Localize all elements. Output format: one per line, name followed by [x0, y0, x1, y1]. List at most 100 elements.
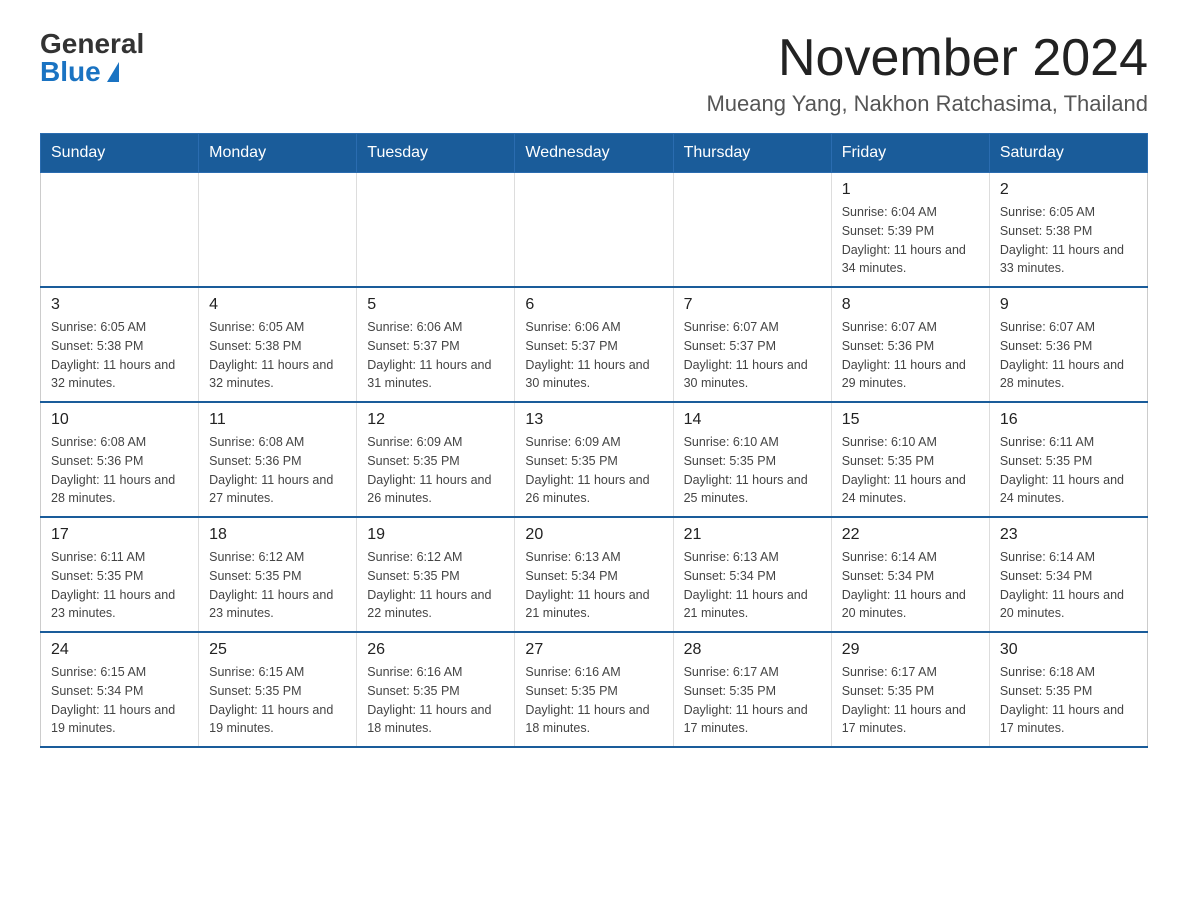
day-cell: 28 Sunrise: 6:17 AMSunset: 5:35 PMDayligh… — [673, 632, 831, 747]
day-info: Sunrise: 6:10 AMSunset: 5:35 PMDaylight:… — [842, 433, 979, 508]
day-number: 4 — [209, 296, 346, 314]
week-row-5: 24 Sunrise: 6:15 AMSunset: 5:34 PMDayligh… — [41, 632, 1148, 747]
day-number: 26 — [367, 641, 504, 659]
day-number: 6 — [525, 296, 662, 314]
day-number: 22 — [842, 526, 979, 544]
day-cell: 4 Sunrise: 6:05 AMSunset: 5:38 PMDaylight… — [199, 287, 357, 402]
day-cell: 3 Sunrise: 6:05 AMSunset: 5:38 PMDaylight… — [41, 287, 199, 402]
header-cell-tuesday: Tuesday — [357, 134, 515, 173]
day-number: 15 — [842, 411, 979, 429]
header: General Blue November 2024 Mueang Yang, … — [40, 30, 1148, 117]
logo-triangle-icon — [107, 62, 119, 82]
day-number: 23 — [1000, 526, 1137, 544]
day-cell: 1Sunrise: 6:04 AMSunset: 5:39 PMDaylight… — [831, 173, 989, 288]
day-cell: 16 Sunrise: 6:11 AMSunset: 5:35 PMDayligh… — [989, 402, 1147, 517]
logo-blue-text: Blue — [40, 58, 119, 86]
day-number: 3 — [51, 296, 188, 314]
week-row-3: 10Sunrise: 6:08 AMSunset: 5:36 PMDayligh… — [41, 402, 1148, 517]
day-number: 18 — [209, 526, 346, 544]
day-cell: 12Sunrise: 6:09 AMSunset: 5:35 PMDayligh… — [357, 402, 515, 517]
day-number: 29 — [842, 641, 979, 659]
day-info: Sunrise: 6:13 AMSunset: 5:34 PMDaylight:… — [684, 548, 821, 623]
header-cell-friday: Friday — [831, 134, 989, 173]
week-row-2: 3 Sunrise: 6:05 AMSunset: 5:38 PMDaylight… — [41, 287, 1148, 402]
day-cell: 23 Sunrise: 6:14 AMSunset: 5:34 PMDayligh… — [989, 517, 1147, 632]
day-number: 2 — [1000, 181, 1137, 199]
day-info: Sunrise: 6:15 AMSunset: 5:35 PMDaylight:… — [209, 663, 346, 738]
calendar-body: 1Sunrise: 6:04 AMSunset: 5:39 PMDaylight… — [41, 173, 1148, 748]
day-info: Sunrise: 6:08 AMSunset: 5:36 PMDaylight:… — [209, 433, 346, 508]
page-title: November 2024 — [706, 30, 1148, 87]
day-cell: 26 Sunrise: 6:16 AMSunset: 5:35 PMDayligh… — [357, 632, 515, 747]
day-info: Sunrise: 6:06 AMSunset: 5:37 PMDaylight:… — [367, 318, 504, 393]
day-info: Sunrise: 6:18 AMSunset: 5:35 PMDaylight:… — [1000, 663, 1137, 738]
logo: General Blue — [40, 30, 144, 86]
day-info: Sunrise: 6:05 AMSunset: 5:38 PMDaylight:… — [51, 318, 188, 393]
day-info: Sunrise: 6:17 AMSunset: 5:35 PMDaylight:… — [684, 663, 821, 738]
day-number: 9 — [1000, 296, 1137, 314]
day-info: Sunrise: 6:13 AMSunset: 5:34 PMDaylight:… — [525, 548, 662, 623]
day-info: Sunrise: 6:04 AMSunset: 5:39 PMDaylight:… — [842, 203, 979, 278]
day-cell: 19Sunrise: 6:12 AMSunset: 5:35 PMDayligh… — [357, 517, 515, 632]
day-cell: 14 Sunrise: 6:10 AMSunset: 5:35 PMDayligh… — [673, 402, 831, 517]
day-info: Sunrise: 6:09 AMSunset: 5:35 PMDaylight:… — [367, 433, 504, 508]
day-number: 21 — [684, 526, 821, 544]
day-cell: 27 Sunrise: 6:16 AMSunset: 5:35 PMDayligh… — [515, 632, 673, 747]
day-cell: 20 Sunrise: 6:13 AMSunset: 5:34 PMDayligh… — [515, 517, 673, 632]
day-cell — [515, 173, 673, 288]
title-area: November 2024 Mueang Yang, Nakhon Ratcha… — [706, 30, 1148, 117]
day-cell: 24 Sunrise: 6:15 AMSunset: 5:34 PMDayligh… — [41, 632, 199, 747]
day-cell: 9 Sunrise: 6:07 AMSunset: 5:36 PMDaylight… — [989, 287, 1147, 402]
day-info: Sunrise: 6:11 AMSunset: 5:35 PMDaylight:… — [1000, 433, 1137, 508]
day-info: Sunrise: 6:15 AMSunset: 5:34 PMDaylight:… — [51, 663, 188, 738]
day-info: Sunrise: 6:08 AMSunset: 5:36 PMDaylight:… — [51, 433, 188, 508]
day-number: 13 — [525, 411, 662, 429]
day-cell: 10Sunrise: 6:08 AMSunset: 5:36 PMDayligh… — [41, 402, 199, 517]
week-row-1: 1Sunrise: 6:04 AMSunset: 5:39 PMDaylight… — [41, 173, 1148, 288]
day-info: Sunrise: 6:10 AMSunset: 5:35 PMDaylight:… — [684, 433, 821, 508]
day-number: 24 — [51, 641, 188, 659]
day-cell: 6 Sunrise: 6:06 AMSunset: 5:37 PMDaylight… — [515, 287, 673, 402]
day-info: Sunrise: 6:16 AMSunset: 5:35 PMDaylight:… — [367, 663, 504, 738]
calendar-table: SundayMondayTuesdayWednesdayThursdayFrid… — [40, 133, 1148, 748]
day-info: Sunrise: 6:16 AMSunset: 5:35 PMDaylight:… — [525, 663, 662, 738]
day-info: Sunrise: 6:09 AMSunset: 5:35 PMDaylight:… — [525, 433, 662, 508]
day-cell: 8Sunrise: 6:07 AMSunset: 5:36 PMDaylight… — [831, 287, 989, 402]
day-cell: 30Sunrise: 6:18 AMSunset: 5:35 PMDayligh… — [989, 632, 1147, 747]
day-cell: 18 Sunrise: 6:12 AMSunset: 5:35 PMDayligh… — [199, 517, 357, 632]
day-cell: 17 Sunrise: 6:11 AMSunset: 5:35 PMDayligh… — [41, 517, 199, 632]
day-number: 14 — [684, 411, 821, 429]
day-number: 17 — [51, 526, 188, 544]
day-number: 25 — [209, 641, 346, 659]
day-info: Sunrise: 6:07 AMSunset: 5:36 PMDaylight:… — [1000, 318, 1137, 393]
day-cell: 13 Sunrise: 6:09 AMSunset: 5:35 PMDayligh… — [515, 402, 673, 517]
calendar-header: SundayMondayTuesdayWednesdayThursdayFrid… — [41, 134, 1148, 173]
header-cell-sunday: Sunday — [41, 134, 199, 173]
day-info: Sunrise: 6:07 AMSunset: 5:37 PMDaylight:… — [684, 318, 821, 393]
day-info: Sunrise: 6:11 AMSunset: 5:35 PMDaylight:… — [51, 548, 188, 623]
day-cell — [199, 173, 357, 288]
header-cell-wednesday: Wednesday — [515, 134, 673, 173]
header-cell-saturday: Saturday — [989, 134, 1147, 173]
day-info: Sunrise: 6:06 AMSunset: 5:37 PMDaylight:… — [525, 318, 662, 393]
location-subtitle: Mueang Yang, Nakhon Ratchasima, Thailand — [706, 91, 1148, 117]
day-cell: 21 Sunrise: 6:13 AMSunset: 5:34 PMDayligh… — [673, 517, 831, 632]
day-info: Sunrise: 6:12 AMSunset: 5:35 PMDaylight:… — [209, 548, 346, 623]
day-cell: 11Sunrise: 6:08 AMSunset: 5:36 PMDayligh… — [199, 402, 357, 517]
day-cell — [357, 173, 515, 288]
day-number: 20 — [525, 526, 662, 544]
day-cell: 2 Sunrise: 6:05 AMSunset: 5:38 PMDaylight… — [989, 173, 1147, 288]
day-cell — [41, 173, 199, 288]
day-number: 16 — [1000, 411, 1137, 429]
day-info: Sunrise: 6:17 AMSunset: 5:35 PMDaylight:… — [842, 663, 979, 738]
day-info: Sunrise: 6:12 AMSunset: 5:35 PMDaylight:… — [367, 548, 504, 623]
day-number: 27 — [525, 641, 662, 659]
day-cell: 5Sunrise: 6:06 AMSunset: 5:37 PMDaylight… — [357, 287, 515, 402]
day-info: Sunrise: 6:05 AMSunset: 5:38 PMDaylight:… — [1000, 203, 1137, 278]
day-cell: 29 Sunrise: 6:17 AMSunset: 5:35 PMDayligh… — [831, 632, 989, 747]
day-info: Sunrise: 6:14 AMSunset: 5:34 PMDaylight:… — [1000, 548, 1137, 623]
day-info: Sunrise: 6:05 AMSunset: 5:38 PMDaylight:… — [209, 318, 346, 393]
header-row: SundayMondayTuesdayWednesdayThursdayFrid… — [41, 134, 1148, 173]
day-number: 28 — [684, 641, 821, 659]
day-cell: 7Sunrise: 6:07 AMSunset: 5:37 PMDaylight… — [673, 287, 831, 402]
